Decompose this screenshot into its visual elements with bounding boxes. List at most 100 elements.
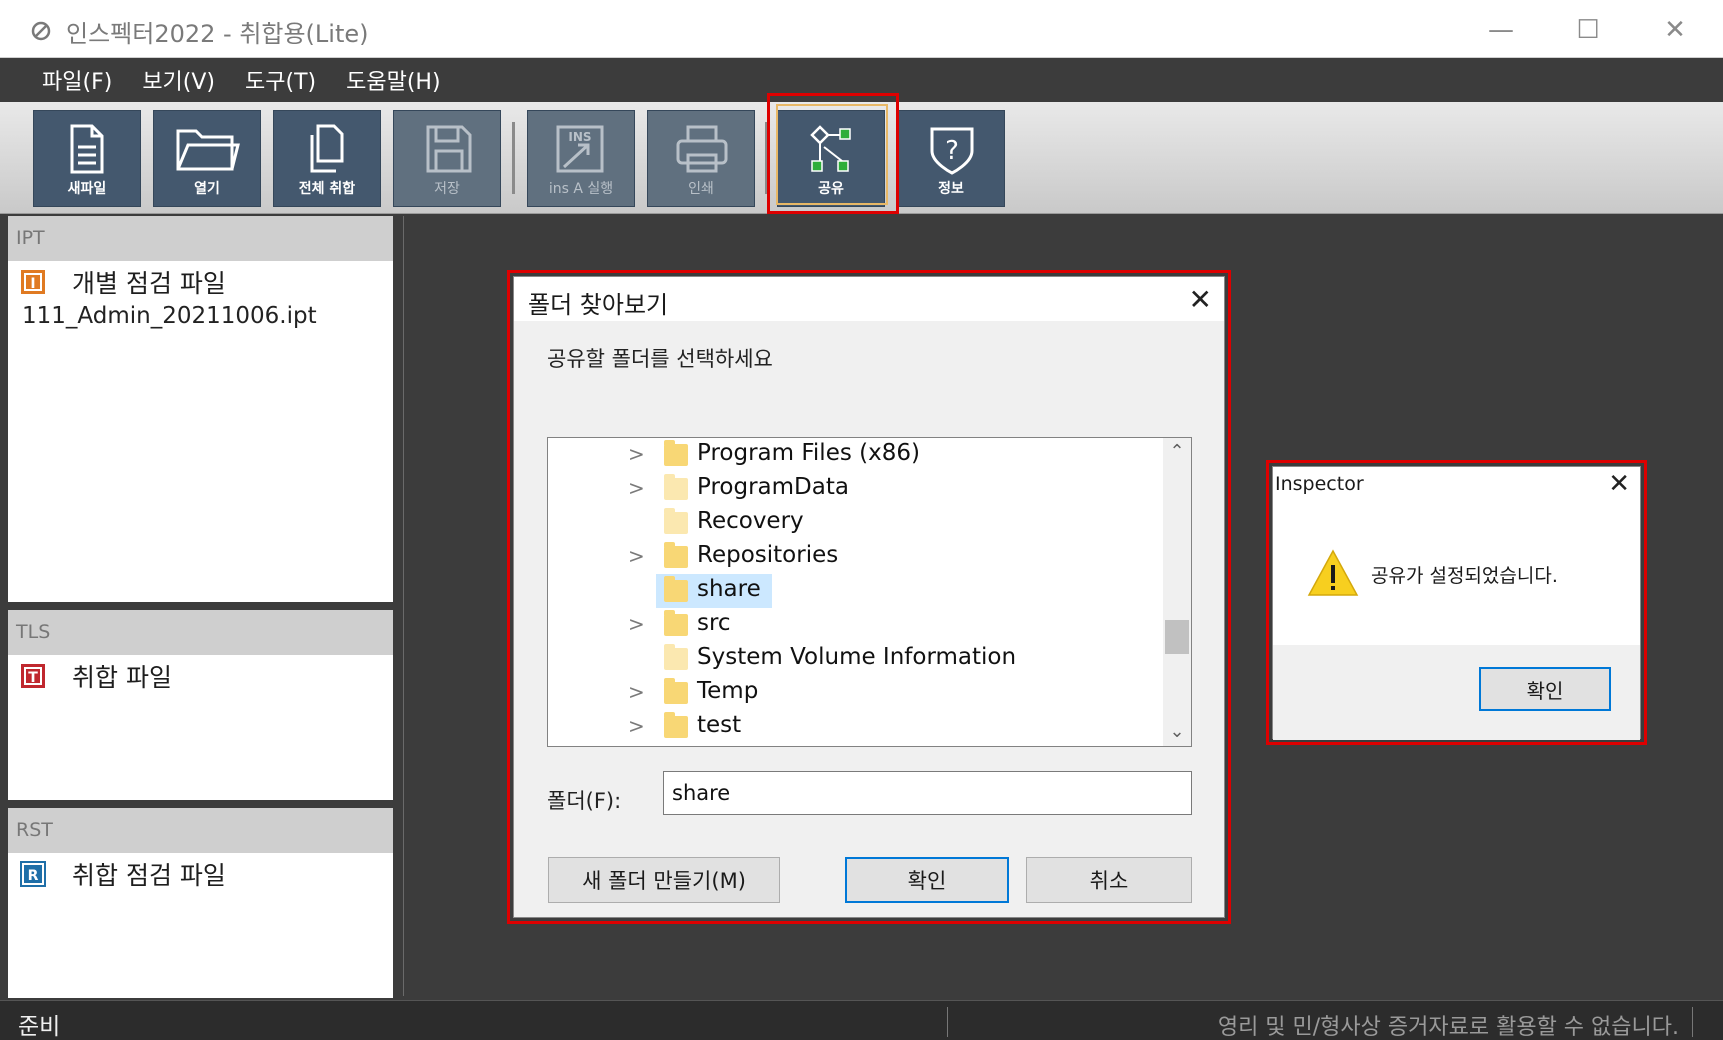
menu-file[interactable]: 파일(F) (42, 64, 112, 96)
window-title: 인스펙터2022 - 취합용(Lite) (66, 20, 369, 48)
tree-item[interactable]: > Temp (548, 676, 1158, 710)
tree-item-label: Recovery (697, 508, 804, 534)
folder-icon (664, 610, 688, 636)
scroll-up-icon[interactable]: ⌃ (1163, 438, 1191, 466)
message-box-text: 공유가 설정되었습니다. (1371, 565, 1558, 587)
info-label: 정보 (938, 181, 964, 197)
status-bar: 준비 영리 및 민/형사상 증거자료로 활용할 수 없습니다. (0, 1000, 1723, 1040)
chevron-right-icon[interactable]: > (628, 612, 645, 636)
scroll-thumb[interactable] (1165, 620, 1189, 654)
folder-icon (664, 576, 688, 602)
tree-item-label: Repositories (697, 542, 839, 568)
folder-icon (664, 712, 688, 738)
rst-category[interactable]: R 취합 점검 파일 (8, 853, 393, 895)
folder-icon (664, 474, 688, 500)
inspector-message-box: Inspector ✕ 공유가 설정되었습니다. 확인 (1272, 466, 1641, 740)
folder-icon (664, 542, 688, 568)
tree-item[interactable]: > test (548, 710, 1158, 744)
folder-browse-dialog: 폴더 찾아보기 ✕ 공유할 폴더를 선택하세요 > Program Files … (513, 276, 1225, 918)
folder-dialog-titlebar: 폴더 찾아보기 ✕ (514, 277, 1224, 321)
tree-item[interactable]: > Program Files (x86) (548, 438, 1158, 472)
chevron-right-icon[interactable]: > (628, 476, 645, 500)
chevron-right-icon[interactable]: > (628, 714, 645, 738)
folder-tree[interactable]: > Program Files (x86) > ProgramData Reco… (547, 437, 1192, 747)
folder-icon (664, 440, 688, 466)
app-logo-icon (31, 21, 51, 41)
open-label: 열기 (194, 181, 220, 197)
folder-icon (664, 678, 688, 704)
info-button[interactable]: ? 정보 (897, 110, 1005, 207)
folder-ok-button[interactable]: 확인 (845, 857, 1009, 903)
folder-icon (664, 508, 688, 534)
folder-cancel-button[interactable]: 취소 (1026, 857, 1192, 903)
chevron-right-icon[interactable]: > (628, 442, 645, 466)
new-file-icon (70, 124, 104, 174)
folder-name-input[interactable] (663, 771, 1192, 815)
rst-panel: RST R 취합 점검 파일 (8, 808, 393, 998)
print-button[interactable]: 인쇄 (647, 110, 755, 207)
tree-scrollbar[interactable]: ⌃ ⌄ (1163, 438, 1191, 746)
tree-item-label: ProgramData (697, 474, 849, 500)
folder-dialog-close-button[interactable]: ✕ (1189, 283, 1212, 316)
folder-dialog-prompt: 공유할 폴더를 선택하세요 (547, 347, 773, 371)
print-icon (676, 125, 728, 173)
new-file-button[interactable]: 새파일 (33, 110, 141, 207)
tree-item[interactable]: System Volume Information (548, 642, 1158, 676)
ins-run-button[interactable]: INS ins A 실행 (527, 110, 635, 207)
info-shield-icon: ? (930, 127, 974, 175)
toolbar-separator (512, 122, 515, 194)
tree-item[interactable]: > ProgramData (548, 472, 1158, 506)
merge-all-button[interactable]: 전체 취합 (273, 110, 381, 207)
merge-files-icon (310, 124, 344, 173)
svg-text:INS: INS (568, 130, 591, 144)
chevron-right-icon[interactable]: > (628, 680, 645, 704)
status-notice-text: 영리 및 민/형사상 증거자료로 활용할 수 없습니다. (1217, 1015, 1679, 1040)
tls-panel: TLS T 취합 파일 (8, 610, 393, 800)
tls-title: 취합 파일 (72, 663, 172, 692)
title-bar: 인스펙터2022 - 취합용(Lite) — ☐ ✕ (0, 0, 1723, 58)
save-button[interactable]: 저장 (393, 110, 501, 207)
menu-view[interactable]: 보기(V) (142, 64, 215, 96)
message-box-close-button[interactable]: ✕ (1608, 469, 1630, 499)
message-box-ok-button[interactable]: 확인 (1479, 667, 1611, 711)
chevron-right-icon[interactable]: > (628, 544, 645, 568)
tree-item-label: Program Files (x86) (697, 440, 920, 466)
tree-item-label: System Volume Information (697, 644, 1017, 670)
menu-tools[interactable]: 도구(T) (245, 64, 316, 96)
new-folder-button[interactable]: 새 폴더 만들기(M) (548, 857, 780, 903)
save-label: 저장 (434, 181, 460, 197)
ipt-badge-icon: I (20, 269, 46, 295)
save-icon (426, 125, 472, 173)
menu-help[interactable]: 도움말(H) (346, 64, 440, 96)
ipt-panel: IPT I 개별 점검 파일 111_Admin_20211006.ipt (8, 216, 393, 602)
ipt-file-item[interactable]: 111_Admin_20211006.ipt (8, 303, 393, 329)
new-file-label: 새파일 (67, 181, 107, 197)
tls-badge-icon: T (20, 663, 46, 689)
svg-text:?: ? (945, 136, 959, 166)
rst-panel-header: RST (8, 808, 393, 853)
ipt-category[interactable]: I 개별 점검 파일 (8, 261, 393, 303)
status-divider (947, 1007, 948, 1037)
tree-item[interactable]: > Repositories (548, 540, 1158, 574)
open-folder-icon (176, 129, 240, 171)
rst-title: 취합 점검 파일 (72, 861, 226, 890)
tree-item-selected[interactable]: share (548, 574, 1158, 608)
status-divider (1692, 1007, 1693, 1037)
tls-category[interactable]: T 취합 파일 (8, 655, 393, 697)
tree-item[interactable]: > src (548, 608, 1158, 642)
open-button[interactable]: 열기 (153, 110, 261, 207)
folder-field-label: 폴더(F): (547, 789, 622, 813)
tree-item[interactable]: Recovery (548, 506, 1158, 540)
ipt-title: 개별 점검 파일 (72, 269, 226, 298)
minimize-button[interactable]: — (1466, 10, 1536, 50)
ins-run-label: ins A 실행 (548, 181, 614, 197)
ipt-panel-header: IPT (8, 216, 393, 261)
warning-icon (1307, 549, 1359, 596)
message-box-title: Inspector (1275, 473, 1364, 495)
scroll-down-icon[interactable]: ⌄ (1163, 718, 1191, 746)
close-window-button[interactable]: ✕ (1640, 10, 1710, 50)
maximize-button[interactable]: ☐ (1553, 10, 1623, 50)
svg-text:R: R (28, 868, 39, 884)
tree-item-label: Temp (697, 678, 759, 704)
print-label: 인쇄 (688, 181, 714, 197)
